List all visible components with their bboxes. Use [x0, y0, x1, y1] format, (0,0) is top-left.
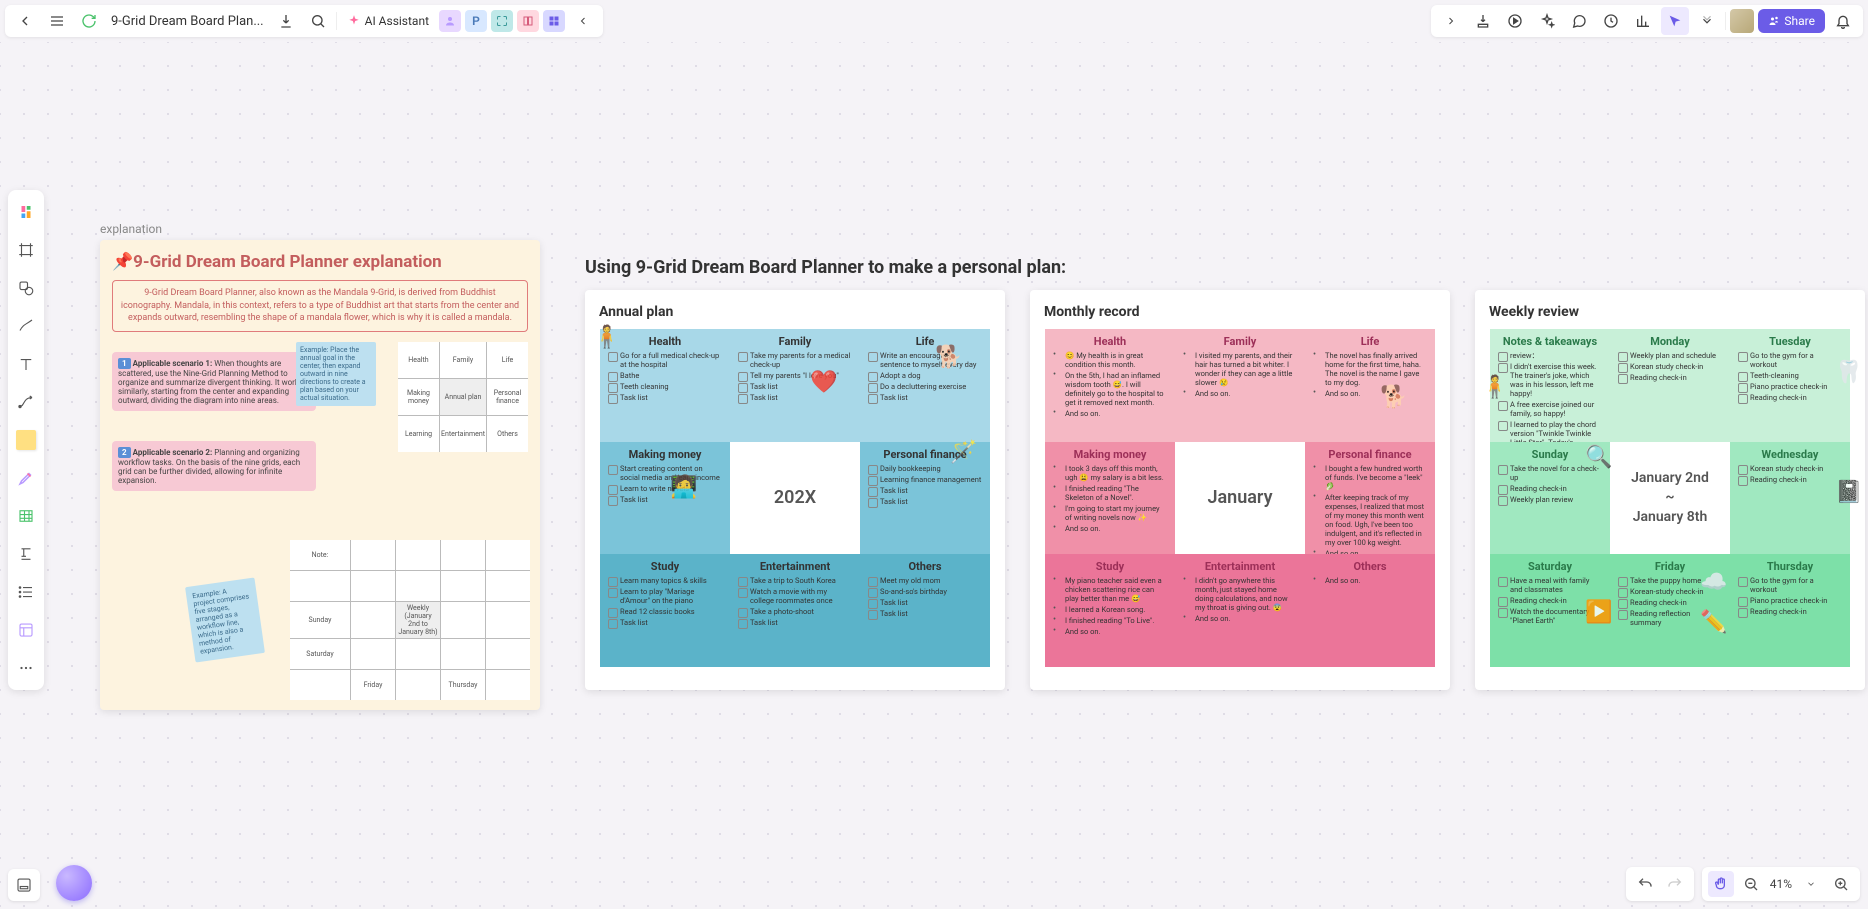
hand-tool[interactable] — [1708, 871, 1734, 897]
collab-chip-4[interactable] — [517, 10, 539, 32]
layers-button[interactable] — [8, 869, 40, 901]
more-menu-button[interactable] — [1693, 7, 1721, 35]
tool-sidebar — [8, 190, 44, 690]
grid-cell[interactable]: LifeWrite an encouraging sentence to mys… — [860, 329, 990, 442]
grid-cell[interactable]: January — [1175, 442, 1305, 555]
grid-cell[interactable]: Personal financeI bought a few hundred w… — [1305, 442, 1435, 555]
frame-tool[interactable] — [12, 236, 40, 264]
weekly-review-panel[interactable]: Weekly review Notes & takeawaysreview：I … — [1475, 290, 1865, 690]
pen-tool[interactable] — [12, 312, 40, 340]
search-button[interactable] — [304, 7, 332, 35]
table-tool[interactable] — [12, 502, 40, 530]
share-label: Share — [1784, 14, 1815, 28]
annual-grid[interactable]: HealthGo for a full medical check-up at … — [599, 328, 991, 668]
collab-chip-5[interactable] — [543, 10, 565, 32]
collab-chip-3[interactable] — [491, 10, 513, 32]
topbar: 9-Grid Dream Board Plan... AI Assistant … — [5, 5, 1863, 37]
grid-cell[interactable]: MondayWeekly plan and scheduleKorean stu… — [1610, 329, 1730, 442]
chart-button[interactable] — [1629, 7, 1657, 35]
weekly-review-title: Weekly review — [1489, 304, 1851, 320]
import-button[interactable] — [1469, 7, 1497, 35]
topbar-left: 9-Grid Dream Board Plan... AI Assistant … — [5, 5, 603, 37]
collab-chip-2[interactable]: P — [465, 10, 487, 32]
text-block-tool[interactable] — [12, 540, 40, 568]
share-button[interactable]: Share — [1758, 9, 1825, 33]
mini-grid-1[interactable]: HealthFamilyLifeMaking moneyAnnual planP… — [398, 342, 528, 452]
user-avatar[interactable] — [1730, 9, 1754, 33]
explanation-description: 9-Grid Dream Board Planner, also known a… — [112, 280, 528, 332]
zoom-level[interactable]: 41% — [1768, 877, 1794, 891]
topbar-right: Share — [1431, 5, 1863, 37]
ai-assistant-button[interactable]: AI Assistant — [341, 11, 435, 31]
undo-button[interactable] — [1632, 871, 1658, 897]
annual-plan-title: Annual plan — [599, 304, 991, 320]
collab-prev-button[interactable] — [569, 7, 597, 35]
grid-cell[interactable]: ThursdayGo to the gym for a workoutPiano… — [1730, 554, 1850, 667]
grid-cell[interactable]: EntertainmentTake a trip to South KoreaW… — [730, 554, 860, 667]
cursor-mode-button[interactable] — [1661, 7, 1689, 35]
shape-tool[interactable] — [12, 274, 40, 302]
grid-cell[interactable]: FamilyTake my parents for a medical chec… — [730, 329, 860, 442]
grid-cell[interactable]: WednesdayKorean study check-inReading ch… — [1730, 442, 1850, 555]
undo-redo-group — [1626, 867, 1694, 901]
back-button[interactable] — [11, 7, 39, 35]
more-tools[interactable] — [12, 654, 40, 682]
monthly-record-panel[interactable]: Monthly record Health😊 My health is in g… — [1030, 290, 1450, 690]
connector-tool[interactable] — [12, 388, 40, 416]
grid-cell[interactable]: January 2nd~January 8th — [1610, 442, 1730, 555]
grid-cell[interactable]: StudyMy piano teacher said even a chicke… — [1045, 554, 1175, 667]
grid-cell[interactable]: Health😊 My health is in great condition … — [1045, 329, 1175, 442]
document-title[interactable]: 9-Grid Dream Board Plan... — [107, 14, 268, 29]
grid-cell[interactable]: StudyLearn many topics & skillsLearn to … — [600, 554, 730, 667]
explanation-panel[interactable]: 📌9-Grid Dream Board Planner explanation … — [100, 240, 540, 710]
grid-cell[interactable]: TuesdayGo to the gym for a workoutTeeth-… — [1730, 329, 1850, 442]
ai-orb-button[interactable] — [56, 865, 92, 901]
play-button[interactable] — [1501, 7, 1529, 35]
view-controls: 41% — [1702, 867, 1860, 901]
highlighter-tool[interactable] — [12, 464, 40, 492]
grid-cell[interactable]: Making moneyI took 3 days off this month… — [1045, 442, 1175, 555]
download-button[interactable] — [272, 7, 300, 35]
grid-cell[interactable]: OthersMeet my old momSo-and-so's birthda… — [860, 554, 990, 667]
nav-next-button[interactable] — [1437, 7, 1465, 35]
explanation-title: 📌9-Grid Dream Board Planner explanation — [112, 252, 528, 272]
annual-plan-panel[interactable]: Annual plan HealthGo for a full medical … — [585, 290, 1005, 690]
redo-button[interactable] — [1662, 871, 1688, 897]
notifications-button[interactable] — [1829, 7, 1857, 35]
comment-button[interactable] — [1565, 7, 1593, 35]
scenario-2: 2 Applicable scenario 2: Planning and or… — [112, 441, 316, 491]
example-note: Example: Place the annual goal in the ce… — [296, 342, 376, 406]
grid-cell[interactable]: Making moneyStart creating content on so… — [600, 442, 730, 555]
grid-cell[interactable]: OthersAnd so on. — [1305, 554, 1435, 667]
sync-icon[interactable] — [75, 7, 103, 35]
grid-cell[interactable]: EntertainmentI didn't go anywhere this m… — [1175, 554, 1305, 667]
collab-chip-1[interactable] — [439, 10, 461, 32]
grid-cell[interactable]: 202X — [730, 442, 860, 555]
list-tool[interactable] — [12, 578, 40, 606]
section-heading: Using 9-Grid Dream Board Planner to make… — [585, 257, 1066, 278]
bottombar: 41% — [1626, 867, 1860, 901]
grid-cell[interactable]: FamilyI visited my parents, and their ha… — [1175, 329, 1305, 442]
scenario-1: 1 Applicable scenario 1: When thoughts a… — [112, 352, 316, 411]
sticky-note-example[interactable]: Example: A project comprises five stages… — [185, 577, 265, 662]
grid-cell[interactable]: LifeThe novel has finally arrived home f… — [1305, 329, 1435, 442]
logo-icon[interactable] — [12, 198, 40, 226]
text-tool[interactable] — [12, 350, 40, 378]
calendar-grid[interactable]: Note:SundayWeekly (January 2nd to Januar… — [290, 540, 530, 700]
sparkle-button[interactable] — [1533, 7, 1561, 35]
zoom-in-button[interactable] — [1828, 871, 1854, 897]
sticky-note-tool[interactable] — [12, 426, 40, 454]
monthly-grid[interactable]: Health😊 My health is in great condition … — [1044, 328, 1436, 668]
menu-button[interactable] — [43, 7, 71, 35]
weekly-grid[interactable]: Notes & takeawaysreview：I didn't exercis… — [1489, 328, 1851, 668]
template-tool[interactable] — [12, 616, 40, 644]
zoom-dropdown[interactable] — [1798, 871, 1824, 897]
ai-assistant-label: AI Assistant — [365, 14, 429, 28]
monthly-record-title: Monthly record — [1044, 304, 1436, 320]
history-button[interactable] — [1597, 7, 1625, 35]
board-label-explanation: explanation — [100, 222, 162, 236]
zoom-out-button[interactable] — [1738, 871, 1764, 897]
